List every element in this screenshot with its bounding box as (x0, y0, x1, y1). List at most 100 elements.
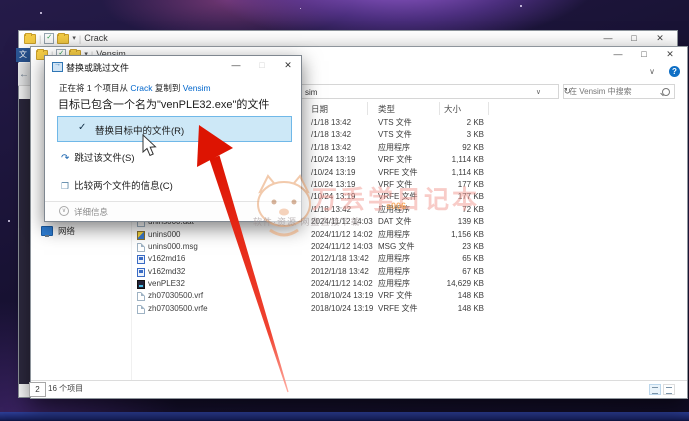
cell-size: 1,114 KB (451, 155, 484, 165)
compare-option-label: 比较两个文件的信息(C) (74, 181, 173, 192)
details-label[interactable]: 详细信息 (74, 206, 108, 218)
close-button[interactable]: ✕ (657, 48, 683, 61)
sidebar-item-label: 网络 (58, 226, 76, 236)
column-separator[interactable] (488, 102, 489, 115)
cell-name: zh07030500.vrfe (148, 303, 208, 313)
cell-date: 2024/11/12 14:02 (311, 229, 373, 239)
search-icon (662, 88, 670, 96)
column-separator[interactable] (439, 102, 440, 115)
cell-name: v162md16 (148, 254, 186, 264)
ribbon-collapse-icon[interactable]: ∨ (649, 67, 655, 76)
view-details-button[interactable] (649, 384, 661, 395)
cell-size: 65 KB (462, 254, 484, 264)
table-row[interactable]: venPLE32 2024/11/12 14:02 应用程序 14,629 KB (131, 278, 686, 290)
qat-caret-icon[interactable]: ▾ (72, 34, 76, 44)
replace-option-label: 替换目标中的文件(R) (95, 126, 185, 137)
column-header-size[interactable]: 大小 (444, 102, 461, 116)
close-button[interactable]: ✕ (647, 32, 673, 45)
cell-size: 148 KB (457, 303, 484, 313)
table-row[interactable]: zh07030500.vrf 2018/10/24 13:19 VRF 文件 148 … (131, 290, 686, 302)
replace-skip-dialog: 替换或跳过文件 — □ ✕ 正在将 1 个项目从 Crack 复制到 Vensi… (44, 55, 302, 222)
table-row[interactable]: v162md32 2012/1/18 13:42 应用程序 67 KB (131, 266, 686, 278)
properties-doc-icon[interactable]: ✓ (44, 33, 55, 44)
table-row[interactable]: zh07030500.vrfe 2018/10/24 13:19 VRFE 文件 14… (131, 303, 686, 315)
crack-titlebar[interactable]: | ✓ ▾ | Crack — □ ✕ (19, 31, 677, 47)
cell-size: 177 KB (457, 179, 484, 189)
cell-type: VTS 文件 (378, 118, 412, 127)
cell-type: DAT 文件 (378, 217, 412, 227)
folder-icon (24, 32, 36, 44)
cell-size: 92 KB (462, 142, 484, 152)
page-file-icon (137, 292, 145, 302)
search-input[interactable]: 在 Vensim 中搜索 (563, 84, 675, 99)
minimize-button[interactable]: — (595, 32, 621, 45)
compare-files-option[interactable]: ❐ 比较两个文件的信息(C) (61, 178, 173, 192)
replace-file-option[interactable]: ✓ 替换目标中的文件(R) (57, 116, 292, 142)
crack-file-menu-button[interactable]: 文 (16, 48, 30, 62)
cell-size: 3 KB (466, 130, 484, 140)
column-header-date[interactable]: 日期 (311, 102, 328, 116)
cell-date: /1/18 13:42 (311, 118, 352, 127)
source-folder-link[interactable]: Crack (130, 83, 152, 93)
cell-size: 139 KB (457, 217, 484, 227)
cell-size: 1,114 KB (451, 167, 484, 177)
dialog-close-button[interactable]: ✕ (275, 56, 301, 75)
cell-date: /1/18 13:42 (311, 130, 352, 140)
dialog-titlebar[interactable]: 替换或跳过文件 — □ ✕ (45, 56, 301, 76)
skip-option-label: 跳过该文件(S) (74, 153, 135, 164)
cell-type: VRFE 文件 (378, 167, 418, 177)
cell-type: 应用程序 (378, 266, 410, 276)
column-header-type[interactable]: 类型 (378, 102, 395, 116)
dialog-minimize-button[interactable]: — (223, 56, 249, 75)
cell-size: 67 KB (462, 266, 484, 276)
taskbar[interactable] (0, 412, 689, 421)
cell-size: 23 KB (462, 241, 484, 251)
table-row[interactable]: unins000.msg 2024/11/12 14:03 MSG 文件 23 KB (131, 241, 686, 253)
help-button[interactable]: ? (669, 66, 680, 77)
copy-progress-line: 正在将 1 个项目从 Crack 复制到 Vensim (59, 83, 211, 93)
address-path-text: sim (305, 88, 318, 97)
compare-icon: ❐ (61, 181, 70, 191)
page-file-icon (137, 242, 145, 252)
maximize-button[interactable]: □ (621, 32, 647, 45)
skip-file-option[interactable]: ↷ 跳过该文件(S) (61, 150, 135, 164)
crack-window-title: Crack (84, 33, 108, 43)
minimize-button[interactable]: — (605, 48, 631, 61)
column-separator[interactable] (367, 102, 368, 115)
app-installer-file-icon (137, 230, 145, 240)
destination-folder-link[interactable]: Vensim (183, 83, 211, 93)
cell-date: 2012/1/18 13:42 (311, 266, 369, 276)
cell-size: 2 KB (466, 118, 484, 127)
cell-type: VRF 文件 (378, 179, 413, 189)
new-folder-icon[interactable] (57, 32, 70, 44)
cell-type: VRF 文件 (378, 155, 413, 165)
details-expander-icon[interactable]: ∨ (59, 206, 69, 216)
cell-size: 14,629 KB (446, 279, 484, 289)
star (8, 220, 10, 222)
copy-dialog-icon (52, 61, 63, 72)
status-bar: 16 个项目 (31, 380, 687, 398)
cell-date: 2018/10/24 13:19 (311, 291, 374, 301)
cell-type: VRF 文件 (378, 291, 413, 301)
conflict-message: 目标已包含一个名为"venPLE32.exe"的文件 (58, 99, 270, 111)
sidebar-item-network[interactable]: 网络 (41, 225, 75, 237)
view-icons-button[interactable] (663, 384, 675, 395)
back-arrow-icon[interactable]: ← (19, 69, 29, 80)
separator: | (78, 33, 82, 44)
cell-size: 1,156 KB (451, 229, 484, 239)
table-row[interactable]: v162md16 2012/1/18 13:42 应用程序 65 KB (131, 253, 686, 265)
cell-name: unins000 (148, 229, 181, 239)
crack-status-fragment: 2 (29, 382, 46, 397)
cell-date: 2024/11/12 14:03 (311, 217, 373, 227)
item-count-label: 16 个项目 (48, 384, 84, 393)
cell-date: /1/18 13:42 (311, 142, 352, 152)
table-row[interactable]: unins000 2024/11/12 14:02 应用程序 1,156 KB (131, 229, 686, 241)
cell-name: venPLE32 (148, 279, 185, 289)
cell-type: 应用程序 (378, 142, 410, 152)
cell-type: 应用程序 (378, 254, 410, 264)
cell-date: /1/18 13:42 (311, 204, 352, 214)
address-dropdown-icon[interactable]: ∨ (536, 85, 541, 100)
maximize-button[interactable]: □ (631, 48, 657, 61)
app-blue-file-icon (137, 267, 145, 277)
check-icon: ✓ (78, 122, 87, 133)
